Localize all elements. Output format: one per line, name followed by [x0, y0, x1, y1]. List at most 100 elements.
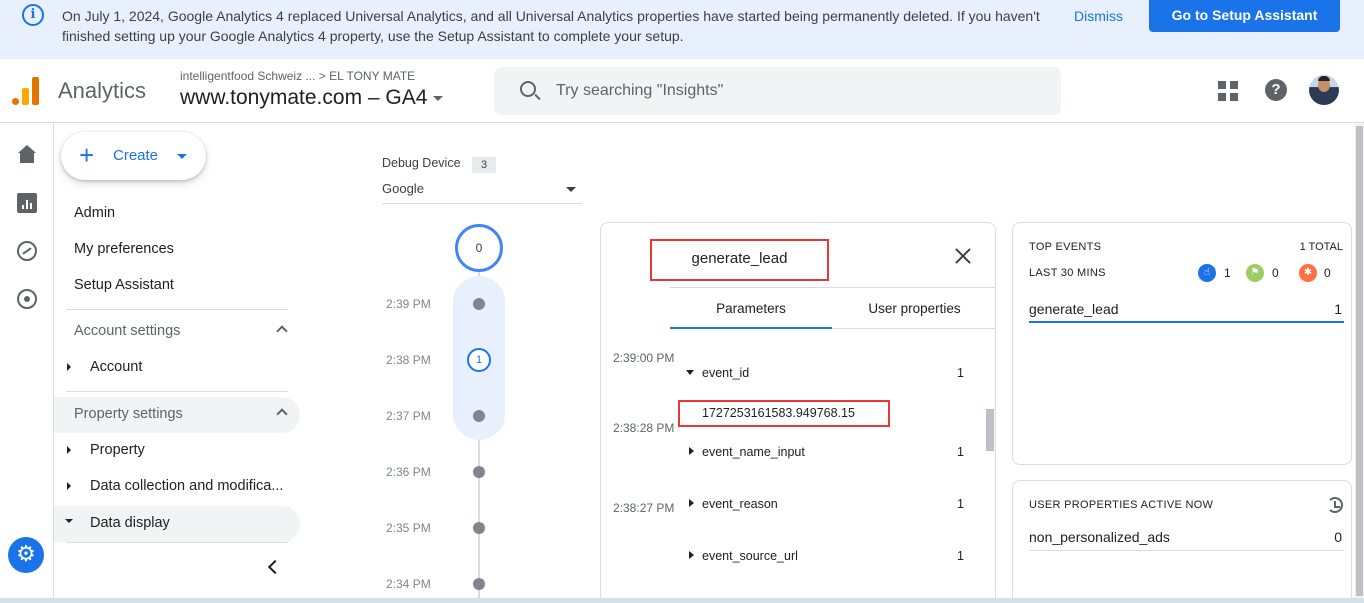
top-event-count: 1 — [1334, 301, 1342, 317]
tab-parameters[interactable]: Parameters — [670, 288, 832, 329]
nav-data-display-label: Data display — [90, 515, 170, 531]
expand-icon — [689, 447, 694, 455]
param-name: event_reason — [702, 497, 778, 511]
info-icon: i — [22, 4, 44, 26]
create-label: Create — [113, 147, 159, 164]
param-row[interactable]: event_id 1 — [685, 364, 975, 384]
debug-device-count: 3 — [472, 157, 496, 173]
debug-device-label: Debug Device — [382, 156, 461, 170]
param-name: event_id — [702, 366, 750, 380]
search-bar[interactable] — [494, 67, 1061, 115]
advertising-icon[interactable] — [17, 289, 37, 309]
event-tabs: Parameters User properties — [670, 287, 995, 329]
event-stream-time: 2:38:27 PM — [613, 501, 675, 515]
search-icon — [520, 81, 536, 97]
event-stream-time: 2:39:00 PM — [613, 351, 675, 365]
collapse-icon — [686, 370, 694, 375]
timeline-time: 2:36 PM — [386, 465, 431, 479]
apps-icon[interactable] — [1218, 81, 1238, 101]
page-scrollbar-thumb[interactable] — [1356, 126, 1363, 596]
nav-divider — [66, 391, 288, 392]
property-settings-label: Property settings — [74, 406, 183, 422]
breadcrumb-account[interactable]: intelligentfood Schweiz ... — [180, 69, 315, 83]
event-count: 1 — [1224, 266, 1231, 280]
user-property-row[interactable]: non_personalized_ads 0 — [1029, 525, 1344, 551]
debug-device-select[interactable]: Google — [382, 180, 582, 204]
nav-account[interactable]: Account — [54, 353, 300, 383]
analytics-logo[interactable] — [12, 77, 40, 105]
user-properties-title: USER PROPERTIES ACTIVE NOW — [1029, 499, 1214, 511]
plus-icon: + — [79, 140, 95, 170]
chevron-down-icon — [177, 154, 187, 159]
expand-icon — [689, 551, 694, 559]
param-row[interactable]: event_name_input 1 — [685, 443, 975, 463]
param-count: 1 — [957, 366, 964, 380]
event-details-panel: generate_lead Parameters User properties… — [600, 222, 996, 603]
top-events-period: LAST 30 MINS — [1029, 267, 1106, 279]
announcement-banner: i On July 1, 2024, Google Analytics 4 re… — [0, 0, 1364, 59]
param-name: event_source_url — [702, 549, 798, 563]
top-events-title: TOP EVENTS — [1029, 241, 1102, 253]
nav-account-label: Account — [90, 359, 143, 375]
account-settings-label: Account settings — [74, 323, 181, 339]
timeline-dot[interactable] — [473, 410, 485, 422]
app-name: Analytics — [58, 78, 147, 103]
reports-icon[interactable] — [17, 193, 37, 213]
timeline-dot[interactable] — [473, 466, 485, 478]
conversion-count: 0 — [1272, 266, 1279, 280]
timeline-current-count[interactable]: 0 — [455, 224, 503, 272]
property-name: www.tonymate.com — [180, 86, 363, 109]
banner-message: On July 1, 2024, Google Analytics 4 repl… — [62, 8, 1040, 44]
timeline-time: 2:38 PM — [386, 353, 431, 367]
param-count: 1 — [957, 497, 964, 511]
nav-data-display[interactable]: Data display — [54, 506, 300, 542]
taskbar-edge — [0, 598, 1364, 603]
nav-property[interactable]: Property — [54, 436, 300, 466]
nav-admin[interactable]: Admin — [74, 205, 115, 221]
param-row[interactable]: event_source_url 1 — [685, 547, 975, 567]
property-settings-group[interactable]: Property settings — [54, 397, 300, 433]
param-name: event_name_input — [702, 445, 805, 459]
top-events-total: 1 TOTAL — [1299, 241, 1343, 253]
chevron-left-icon[interactable] — [267, 559, 283, 575]
timeline-time: 2:39 PM — [386, 297, 431, 311]
timeline-dot[interactable] — [473, 298, 485, 310]
setup-assistant-button[interactable]: Go to Setup Assistant — [1149, 0, 1340, 32]
scrollbar[interactable] — [986, 409, 994, 451]
chevron-down-icon — [566, 187, 576, 192]
settings-icon[interactable]: ⚙ — [8, 537, 44, 573]
event-icon: ☝ — [1198, 264, 1216, 282]
help-icon[interactable]: ? — [1265, 79, 1287, 101]
create-button[interactable]: + Create — [61, 132, 206, 180]
nav-divider — [66, 542, 288, 543]
nav-setup-assistant[interactable]: Setup Assistant — [74, 277, 174, 293]
breadcrumb-property[interactable]: EL TONY MATE — [329, 69, 415, 83]
search-input[interactable] — [556, 80, 1036, 102]
nav-divider — [66, 309, 288, 310]
timeline-dot[interactable] — [473, 522, 485, 534]
top-event-row[interactable]: generate_lead 1 — [1029, 299, 1344, 323]
timeline-event-marker[interactable]: 1 — [467, 348, 491, 372]
chevron-up-icon — [276, 408, 288, 420]
tab-user-properties[interactable]: User properties — [832, 288, 995, 329]
nav-data-collection[interactable]: Data collection and modifica... — [54, 472, 300, 502]
user-properties-card: USER PROPERTIES ACTIVE NOW non_personali… — [1012, 480, 1352, 603]
property-suffix: – GA4 — [367, 86, 428, 109]
dismiss-button[interactable]: Dismiss — [1064, 6, 1133, 26]
admin-nav: + Create Admin My preferences Setup Assi… — [54, 123, 310, 603]
param-row[interactable]: event_reason 1 — [685, 495, 975, 515]
breadcrumb[interactable]: intelligentfood Schweiz ... > EL TONY MA… — [180, 69, 415, 83]
home-icon[interactable] — [17, 145, 37, 165]
user-property-name: non_personalized_ads — [1029, 529, 1170, 545]
user-property-value: 0 — [1334, 529, 1342, 545]
timeline-dot[interactable] — [473, 578, 485, 590]
avatar[interactable] — [1309, 75, 1339, 105]
chevron-down-icon — [433, 95, 444, 101]
timeline-time: 2:34 PM — [386, 577, 431, 591]
explore-icon[interactable] — [17, 241, 37, 261]
property-selector[interactable]: www.tonymate.com – GA4 — [180, 86, 444, 110]
account-settings-group[interactable]: Account settings — [54, 314, 300, 350]
nav-my-preferences[interactable]: My preferences — [74, 241, 174, 257]
history-icon[interactable] — [1327, 497, 1343, 513]
close-icon[interactable] — [953, 246, 973, 266]
